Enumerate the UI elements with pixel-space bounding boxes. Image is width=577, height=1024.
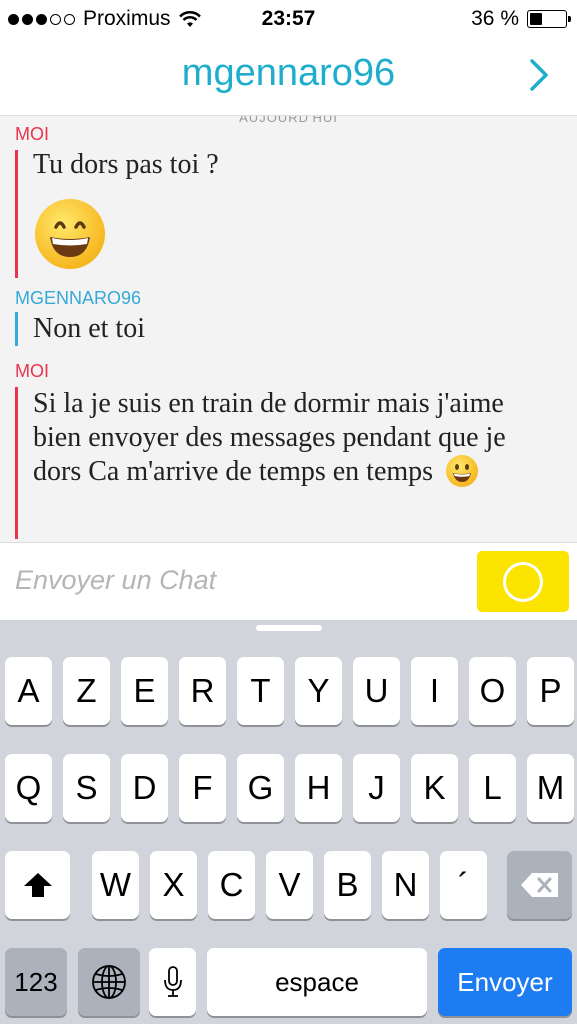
key-q[interactable]: Q: [5, 754, 52, 822]
key-r[interactable]: R: [179, 657, 226, 725]
key-x[interactable]: X: [150, 851, 197, 919]
chat-input[interactable]: Envoyer un Chat: [15, 565, 216, 596]
dictation-key[interactable]: [149, 948, 196, 1016]
smiley-emoji-icon: [446, 454, 479, 487]
key-accent[interactable]: ´: [440, 851, 487, 919]
shift-key[interactable]: [5, 851, 70, 919]
key-k[interactable]: K: [411, 754, 458, 822]
contact-name[interactable]: mgennaro96: [0, 52, 577, 95]
key-g[interactable]: G: [237, 754, 284, 822]
key-n[interactable]: N: [382, 851, 429, 919]
keyboard: A Z E R T Y U I O P Q S D F G H J K L M W X C V B N ´ 123 espace Envo…: [0, 620, 577, 1024]
key-h[interactable]: H: [295, 754, 342, 822]
battery-percent: 36 %: [471, 7, 519, 30]
key-l[interactable]: L: [469, 754, 516, 822]
microphone-icon: [163, 966, 182, 997]
day-separator: AUJOURD'HUI: [239, 116, 338, 125]
key-o[interactable]: O: [469, 657, 516, 725]
keyboard-handle[interactable]: [256, 625, 322, 631]
globe-key[interactable]: [78, 948, 140, 1016]
key-s[interactable]: S: [63, 754, 110, 822]
key-v[interactable]: V: [266, 851, 313, 919]
key-i[interactable]: I: [411, 657, 458, 725]
globe-icon: [92, 965, 126, 999]
sender-label: MOI: [15, 124, 49, 144]
compose-bar: Envoyer un Chat: [0, 542, 577, 620]
key-e[interactable]: E: [121, 657, 168, 725]
key-d[interactable]: D: [121, 754, 168, 822]
key-y[interactable]: Y: [295, 657, 342, 725]
message-bubble: Non et toi: [15, 312, 145, 346]
message-text: Tu dors pas toi ?: [33, 149, 219, 180]
key-f[interactable]: F: [179, 754, 226, 822]
camera-ring-icon: [503, 561, 543, 602]
key-m[interactable]: M: [527, 754, 574, 822]
key-j[interactable]: J: [353, 754, 400, 822]
message-bubble: Tu dors pas toi ?: [15, 149, 219, 278]
delete-icon: [520, 873, 558, 897]
key-a[interactable]: A: [5, 657, 52, 725]
sender-label: MGENNARO96: [15, 288, 142, 308]
grinning-emoji-icon: [35, 199, 105, 269]
space-key[interactable]: espace: [207, 948, 427, 1016]
chat-history[interactable]: AUJOURD'HUI MOI Tu dors pas toi ? MGENNA…: [0, 116, 577, 542]
backspace-key[interactable]: [507, 851, 572, 919]
key-t[interactable]: T: [237, 657, 284, 725]
key-w[interactable]: W: [92, 851, 139, 919]
key-z[interactable]: Z: [63, 657, 110, 725]
camera-button[interactable]: [477, 551, 569, 612]
numbers-key[interactable]: 123: [5, 948, 67, 1016]
key-p[interactable]: P: [527, 657, 574, 725]
chat-header: mgennaro96: [0, 38, 577, 116]
key-u[interactable]: U: [353, 657, 400, 725]
key-c[interactable]: C: [208, 851, 255, 919]
message-text: Non et toi: [33, 313, 145, 344]
battery-icon: [527, 10, 571, 28]
send-key[interactable]: Envoyer: [438, 948, 572, 1016]
status-bar: Proximus 23:57 36 %: [0, 0, 577, 38]
message-text: Si la je suis en train de dormir mais j'…: [33, 388, 506, 487]
chevron-right-icon[interactable]: [529, 58, 549, 92]
sender-label: MOI: [15, 361, 49, 381]
key-b[interactable]: B: [324, 851, 371, 919]
shift-arrow-icon: [23, 873, 52, 897]
message-bubble: Si la je suis en train de dormir mais j'…: [15, 387, 533, 539]
